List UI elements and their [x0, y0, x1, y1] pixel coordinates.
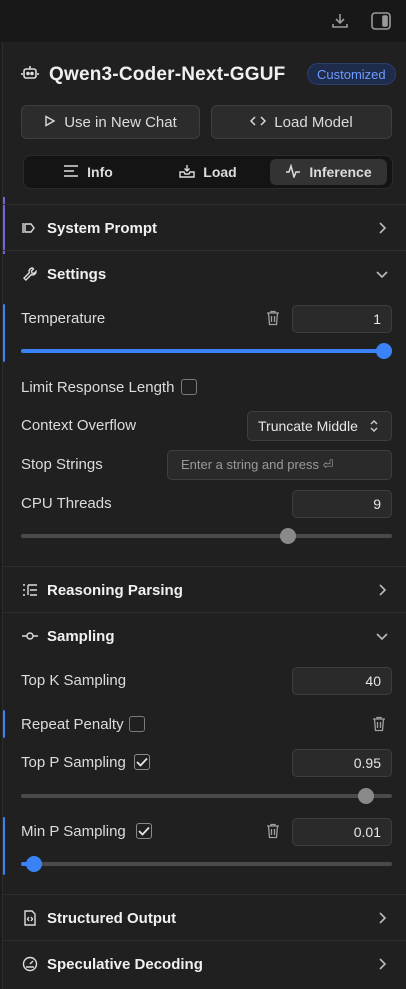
top-p-checkbox[interactable]	[134, 754, 150, 770]
structured-output-title: Structured Output	[47, 909, 177, 927]
commit-icon	[21, 627, 39, 645]
slider-thumb[interactable]	[280, 528, 296, 544]
chevron-down-icon	[375, 629, 389, 643]
section-sampling[interactable]: Sampling	[3, 614, 406, 658]
temperature-label: Temperature	[21, 310, 106, 327]
section-system-prompt[interactable]: System Prompt	[3, 206, 406, 250]
tab-bar: Info Load Inference	[23, 155, 393, 189]
use-in-new-chat-label: Use in New Chat	[64, 113, 177, 131]
reasoning-parsing-title: Reasoning Parsing	[47, 581, 183, 599]
slider-fill	[21, 349, 392, 353]
context-overflow-label: Context Overflow	[21, 417, 137, 434]
limit-response-length-checkbox[interactable]	[181, 379, 197, 395]
tab-info-label: Info	[87, 164, 113, 180]
tab-info[interactable]: Info	[30, 159, 146, 185]
temperature-input[interactable]: 1	[292, 305, 392, 333]
temperature-slider[interactable]	[21, 343, 392, 359]
divider	[3, 894, 406, 895]
sidebar-toggle-icon[interactable]	[369, 9, 393, 33]
chevron-right-icon	[375, 911, 389, 925]
repeat-penalty-checkbox[interactable]	[129, 716, 145, 732]
min-p-slider[interactable]	[21, 856, 392, 872]
slider-thumb[interactable]	[358, 788, 374, 804]
slider-thumb[interactable]	[376, 343, 392, 359]
section-settings[interactable]: Settings	[3, 252, 406, 296]
robot-icon	[21, 64, 39, 82]
top-k-label: Top K Sampling	[21, 672, 127, 689]
stop-strings-input[interactable]: Enter a string and press ⏎	[167, 450, 392, 480]
wrench-icon	[21, 265, 39, 283]
code-icon	[250, 114, 267, 131]
tab-load-label: Load	[203, 164, 237, 180]
trash-icon[interactable]	[265, 310, 281, 326]
trash-icon[interactable]	[371, 716, 387, 732]
divider	[3, 250, 406, 251]
play-icon	[44, 114, 56, 131]
tab-inference[interactable]: Inference	[270, 159, 387, 185]
min-p-checkbox[interactable]	[136, 823, 152, 839]
context-overflow-value: Truncate Middle	[258, 418, 358, 434]
modified-indicator	[3, 304, 5, 362]
waveform-icon	[285, 162, 301, 181]
min-p-label: Min P Sampling	[21, 823, 126, 840]
system-prompt-title: System Prompt	[47, 219, 158, 237]
chevron-right-icon	[375, 957, 389, 971]
load-model-label: Load Model	[274, 113, 353, 131]
model-title: Qwen3-Coder-Next-GGUF	[49, 64, 286, 85]
load-model-button[interactable]: Load Model	[211, 105, 392, 139]
divider	[3, 940, 406, 941]
speculative-decoding-title: Speculative Decoding	[47, 955, 203, 973]
chevron-right-icon	[375, 583, 389, 597]
list-tree-icon	[21, 581, 39, 599]
cpu-threads-slider[interactable]	[21, 528, 392, 544]
top-toolbar	[0, 0, 406, 42]
cpu-threads-input[interactable]: 9	[292, 490, 392, 518]
model-settings-panel: Qwen3-Coder-Next-GGUF Customized Use in …	[2, 42, 406, 989]
list-icon	[63, 164, 79, 181]
section-reasoning-parsing[interactable]: Reasoning Parsing	[3, 568, 406, 612]
modified-indicator	[3, 710, 5, 738]
top-p-label: Top P Sampling	[21, 754, 126, 771]
use-in-new-chat-button[interactable]: Use in New Chat	[21, 105, 200, 139]
slider-thumb[interactable]	[26, 856, 42, 872]
customized-badge: Customized	[307, 63, 396, 85]
tab-load[interactable]: Load	[150, 159, 266, 185]
divider	[3, 612, 406, 613]
top-k-input[interactable]: 40	[292, 667, 392, 695]
divider	[3, 566, 406, 567]
limit-response-length-label: Limit Response Length	[21, 379, 175, 396]
min-p-input[interactable]: 0.01	[292, 818, 392, 846]
prompt-icon	[21, 219, 39, 237]
settings-title: Settings	[47, 265, 107, 283]
stop-strings-label: Stop Strings	[21, 456, 103, 473]
top-p-slider[interactable]	[21, 788, 392, 804]
tab-inference-label: Inference	[309, 164, 372, 180]
top-p-input[interactable]: 0.95	[292, 749, 392, 777]
section-structured-output[interactable]: Structured Output	[3, 896, 406, 940]
updown-chevron-icon	[369, 419, 379, 436]
repeat-penalty-label: Repeat Penalty	[21, 716, 124, 733]
chevron-right-icon	[375, 221, 389, 235]
modified-indicator	[3, 817, 5, 875]
gauge-icon	[21, 955, 39, 973]
sampling-title: Sampling	[47, 627, 115, 645]
chevron-down-icon	[375, 267, 389, 281]
code-file-icon	[21, 909, 39, 927]
trash-icon[interactable]	[265, 823, 281, 839]
download-icon[interactable]	[328, 9, 352, 33]
tray-download-icon	[179, 164, 195, 181]
context-overflow-select[interactable]: Truncate Middle	[247, 411, 392, 441]
cpu-threads-label: CPU Threads	[21, 495, 112, 512]
divider	[3, 204, 406, 205]
section-speculative-decoding[interactable]: Speculative Decoding	[3, 942, 406, 986]
